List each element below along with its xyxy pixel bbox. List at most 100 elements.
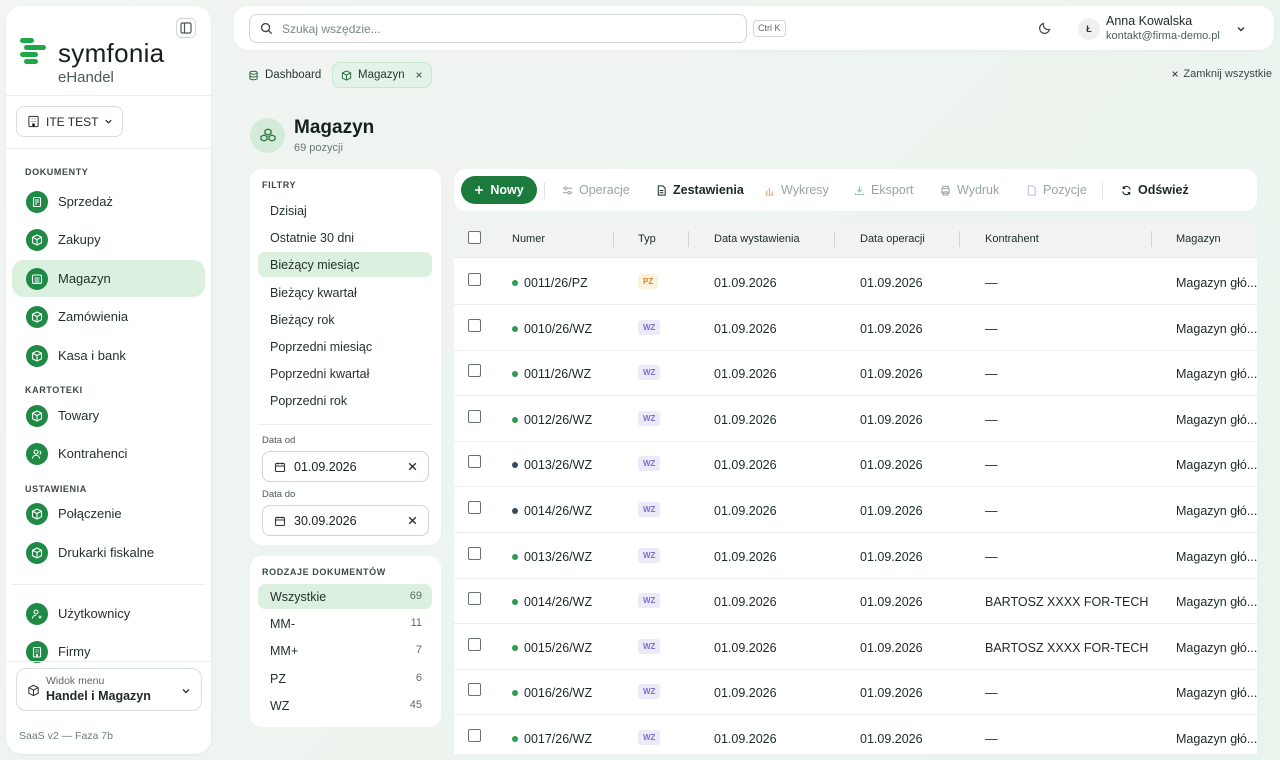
doctype-label: WZ (270, 698, 290, 713)
date-from-field[interactable]: 01.09.2026 (262, 451, 429, 482)
column-divider[interactable] (688, 231, 689, 247)
export-button[interactable]: Eksport (854, 183, 913, 197)
user-name[interactable]: Anna Kowalska (1106, 14, 1192, 28)
sidebar-item-firmy[interactable]: Firmy (12, 633, 205, 670)
print-button[interactable]: Wydruk (940, 183, 999, 197)
row-checkbox[interactable] (468, 364, 481, 378)
tab-dashboard[interactable]: Dashboard (240, 62, 329, 88)
sidebar-item-kasa-i-bank[interactable]: Kasa i bank (12, 337, 205, 374)
cell-kontrahent: — (985, 412, 998, 427)
table-header: Numer Typ Data wystawienia Data operacji… (454, 220, 1257, 258)
chevron-down-icon[interactable] (1236, 24, 1246, 34)
row-checkbox[interactable] (468, 455, 481, 469)
reports-button[interactable]: Zestawienia (656, 183, 744, 197)
row-checkbox[interactable] (468, 501, 481, 514)
row-checkbox[interactable] (468, 546, 481, 560)
column-header-data-operacji[interactable]: Data operacji (860, 233, 925, 245)
new-button[interactable]: Nowy (461, 176, 537, 204)
warehouse-icon (250, 118, 285, 153)
sidebar-item-label: Zamówienia (58, 309, 129, 324)
row-checkbox[interactable] (468, 637, 481, 651)
type-badge: WZ (638, 547, 661, 563)
cell-magazyn: Magazyn głó... (1176, 276, 1257, 290)
sidebar-item-magazyn[interactable]: Magazyn (12, 260, 205, 297)
sprzedaz-icon (26, 190, 48, 213)
sidebar-item-sprzedaz[interactable]: Sprzedaż (12, 183, 205, 220)
doctype-mm[interactable]: MM- 11 (258, 611, 432, 636)
table-row[interactable]: 0013/26/WZ 01.09.2026 01.09.2026 — Magazyn g… (454, 441, 1257, 488)
doctype-pz[interactable]: PZ 6 (258, 666, 432, 691)
filter-biezacy-rok[interactable]: Bieżący rok (258, 307, 432, 332)
filter-biezacy-kwartal[interactable]: Bieżący kwartał (258, 280, 432, 305)
sidebar-item-zakupy[interactable]: Zakupy (12, 221, 205, 258)
company-selector[interactable]: ITE TEST (16, 106, 123, 137)
cell-magazyn: Magazyn głó... (1176, 412, 1257, 427)
magazyn-icon (26, 267, 48, 290)
charts-button[interactable]: Wykresy (764, 183, 829, 197)
column-divider[interactable] (959, 231, 960, 247)
sidebar-item-uzytkownicy[interactable]: Użytkownicy (12, 595, 205, 632)
filter-poprzedni-rok[interactable]: Poprzedni rok (258, 388, 432, 413)
cell-data-wystawienia: 01.09.2026 (714, 732, 777, 746)
doctype-wszystkie[interactable]: Wszystkie 69 (258, 584, 432, 609)
column-divider[interactable] (834, 231, 835, 247)
menu-view-selector[interactable]: Widok menu Handel i Magazyn (16, 668, 202, 711)
row-checkbox[interactable] (468, 683, 481, 697)
column-header-magazyn[interactable]: Magazyn (1176, 233, 1221, 245)
table-row[interactable]: 0011/26/PZ 01.09.2026 01.09.2026 — Magazyn g… (454, 259, 1257, 305)
column-divider[interactable] (1151, 231, 1152, 247)
doctype-label: Wszystkie (270, 590, 327, 604)
column-header-typ[interactable]: Typ (638, 233, 656, 245)
table-row[interactable]: 0014/26/WZ 01.09.2026 01.09.2026 BARTOSZ XX… (454, 578, 1257, 625)
table-row[interactable]: 0017/26/WZ 01.09.2026 01.09.2026 — Magazyn g… (454, 715, 1257, 754)
row-checkbox[interactable] (468, 318, 481, 332)
clear-date-icon[interactable] (407, 461, 418, 472)
table-row[interactable]: 0012/26/WZ 01.09.2026 01.09.2026 — Magazyn g… (454, 396, 1257, 442)
column-header-kontrahent[interactable]: Kontrahent (985, 233, 1039, 245)
sidebar-item-towary[interactable]: Towary (12, 397, 205, 434)
close-all-tabs-button[interactable]: Zamknij wszystkie (1171, 68, 1272, 80)
clear-date-icon[interactable] (407, 515, 418, 526)
sidebar-item-zamowienia[interactable]: Zamówienia (12, 298, 205, 335)
select-all-checkbox[interactable] (468, 231, 481, 244)
moon-icon[interactable] (1038, 21, 1052, 35)
close-icon[interactable] (415, 71, 423, 79)
collapse-sidebar-button[interactable] (176, 18, 196, 38)
row-checkbox[interactable] (468, 409, 481, 423)
tab-magazyn[interactable]: Magazyn (332, 62, 432, 88)
column-header-data-wystawienia[interactable]: Data wystawienia (714, 233, 800, 245)
table-row[interactable]: 0016/26/WZ 01.09.2026 01.09.2026 — Magazyn g… (454, 669, 1257, 716)
date-to-field[interactable]: 30.09.2026 (262, 505, 429, 536)
doctype-mm[interactable]: MM+ 7 (258, 638, 432, 663)
filter-poprzedni-kwartal[interactable]: Poprzedni kwartał (258, 361, 432, 386)
sidebar-item-label: Magazyn (58, 271, 111, 286)
positions-button[interactable]: Pozycje (1026, 183, 1087, 197)
avatar[interactable]: Ł (1078, 18, 1100, 40)
sidebar-item-drukarki-fiskalne[interactable]: Drukarki fiskalne (12, 534, 205, 571)
filter-dzisiaj[interactable]: Dzisiaj (258, 198, 432, 223)
row-checkbox[interactable] (468, 273, 481, 286)
operations-button[interactable]: Operacje (562, 183, 630, 197)
table-row[interactable]: 0013/26/WZ 01.09.2026 01.09.2026 — Magazyn g… (454, 533, 1257, 579)
table-row[interactable]: 0015/26/WZ 01.09.2026 01.09.2026 BARTOSZ XX… (454, 624, 1257, 670)
search-box[interactable] (249, 14, 747, 43)
row-checkbox[interactable] (468, 729, 481, 742)
sidebar-item-kontrahenci[interactable]: Kontrahenci (12, 435, 205, 472)
refresh-button[interactable]: Odśwież (1121, 183, 1189, 197)
filter-poprzedni-miesiac[interactable]: Poprzedni miesiąc (258, 334, 432, 359)
filter-ostatnie-30-dni[interactable]: Ostatnie 30 dni (258, 225, 432, 250)
column-header-numer[interactable]: Numer (512, 233, 545, 245)
filter-biezacy-miesiac[interactable]: Bieżący miesiąc (258, 252, 432, 278)
sidebar: symfonia eHandel ITE TEST DOKUMENTY Sprze… (6, 6, 211, 754)
column-divider[interactable] (613, 231, 614, 247)
table-row[interactable]: 0014/26/WZ 01.09.2026 01.09.2026 — Magazyn g… (454, 487, 1257, 533)
cell-magazyn: Magazyn głó... (1176, 595, 1257, 610)
table-row[interactable]: 0010/26/WZ 01.09.2026 01.09.2026 — Magazyn g… (454, 305, 1257, 351)
doctype-wz[interactable]: WZ 45 (258, 693, 432, 718)
search-input[interactable] (282, 21, 722, 36)
reports-label: Zestawienia (673, 183, 744, 197)
sidebar-item-polaczenie[interactable]: Połączenie (12, 495, 205, 532)
row-checkbox[interactable] (468, 592, 481, 606)
plus-icon (475, 186, 484, 194)
table-row[interactable]: 0011/26/WZ 01.09.2026 01.09.2026 — Magazyn g… (454, 350, 1257, 397)
